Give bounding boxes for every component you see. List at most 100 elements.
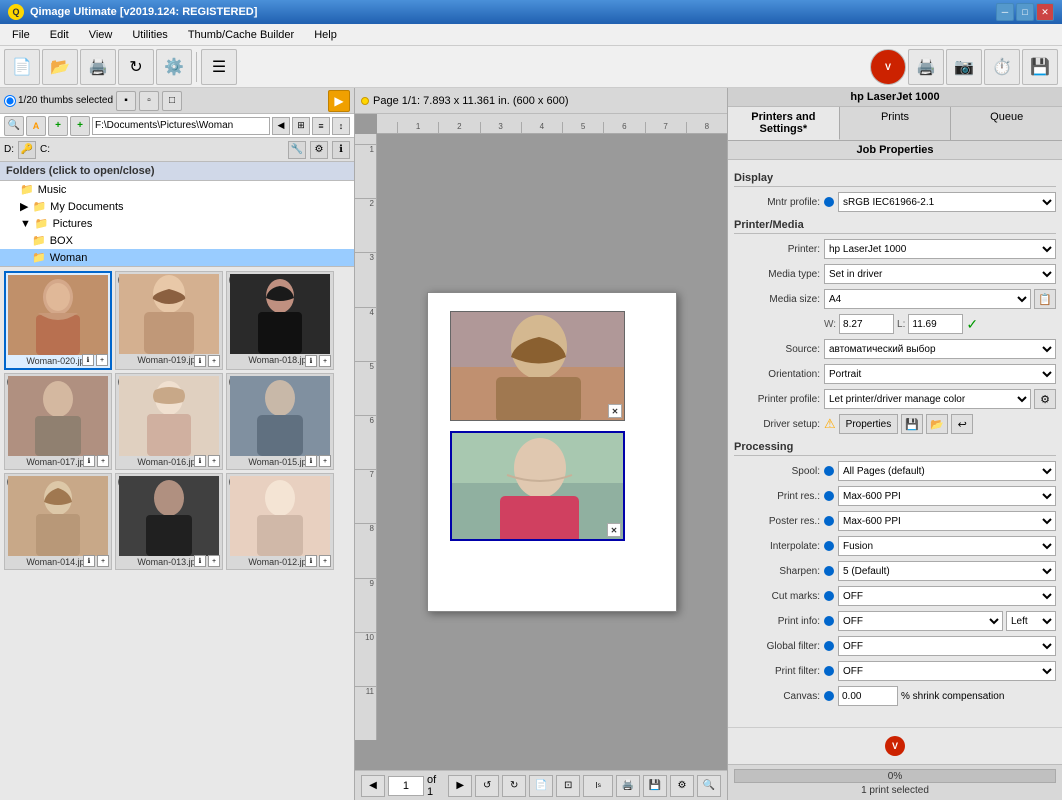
thumb-014-add-icon[interactable]: + [97,555,109,567]
save-print-button[interactable]: 💾 [643,775,667,797]
folder-woman[interactable]: 📁 Woman [0,249,354,266]
add-tag-button[interactable]: + [48,116,68,136]
drive-settings-button[interactable]: ⚙ [310,141,328,159]
folder-music[interactable]: 📁 Music [0,181,354,198]
camera-button[interactable]: 📷 [946,49,982,85]
properties-button[interactable]: Properties [839,414,899,434]
path-sort-button[interactable]: ↕ [332,117,350,135]
global-filter-select[interactable]: OFF [838,636,1056,656]
timer-button[interactable]: ⏱️ [984,49,1020,85]
thumb-013-info-icon[interactable]: ℹ [194,555,206,567]
photo-2-close[interactable]: ✕ [607,523,621,537]
thumb-018-add-icon[interactable]: + [319,355,331,367]
cut-marks-select[interactable]: OFF [838,586,1056,606]
media-size-select[interactable]: A4 [824,289,1031,309]
navigate-forward-button[interactable]: ▶ [328,90,350,112]
thumb-019-add-icon[interactable]: + [208,355,220,367]
driver-load-icon[interactable]: 📂 [926,414,948,434]
mntr-profile-select[interactable]: sRGB IEC61966-2.1 [838,192,1056,212]
minimize-button[interactable]: ─ [996,3,1014,21]
thumb-014[interactable]: ℹ + Woman-014.jpg [4,473,112,570]
export-button[interactable]: 💾 [1022,49,1058,85]
path-input[interactable] [92,117,270,135]
d-drive-icon[interactable]: 🔑 [18,141,36,159]
scan-button[interactable]: 🖨️ [80,49,116,85]
maximize-button[interactable]: □ [1016,3,1034,21]
poster-res-select[interactable]: Max-600 PPI [838,511,1056,531]
close-button[interactable]: ✕ [1036,3,1054,21]
tab-prints[interactable]: Prints [840,107,952,140]
print-info-pos-select[interactable]: Left [1006,611,1056,631]
title-controls[interactable]: ─ □ ✕ [996,3,1054,21]
thumb-size-large[interactable]: □ [162,91,182,111]
amazon-icon[interactable]: A [26,116,46,136]
folder-pictures[interactable]: ▼ 📁 Pictures [0,215,354,232]
thumb-size-small[interactable]: ▪ [116,91,136,111]
version-indicator[interactable]: V [870,49,906,85]
w-input[interactable] [839,314,894,334]
search-icon[interactable]: 🔍 [4,116,24,136]
thumb-017-info-icon[interactable]: ℹ [83,455,95,467]
thumb-019-info-icon[interactable]: ℹ [194,355,206,367]
path-list-button[interactable]: ≡ [312,117,330,135]
thumb-016-add-icon[interactable]: + [208,455,220,467]
canvas-input[interactable] [838,686,898,706]
thumb-020-add-icon[interactable]: + [96,354,108,366]
thumb-015-info-icon[interactable]: ℹ [305,455,317,467]
open-button[interactable]: 📂 [42,49,78,85]
thumb-018-info-icon[interactable]: ℹ [305,355,317,367]
source-select[interactable]: автоматический выбор [824,339,1056,359]
folder-my-documents[interactable]: ▶ 📁 My Documents [0,198,354,215]
thumb-size-medium[interactable]: ▫ [139,91,159,111]
interpolate-select[interactable]: Fusion [838,536,1056,556]
media-type-select[interactable]: Set in driver [824,264,1056,284]
zoom-button[interactable]: 🔍 [697,775,721,797]
menu-help[interactable]: Help [306,27,345,43]
photo-1-close[interactable]: ✕ [608,404,622,418]
thumb-012-add-icon[interactable]: + [319,555,331,567]
fit-button[interactable]: ⊡ [556,775,580,797]
spool-select[interactable]: All Pages (default) [838,461,1056,481]
print-res-select[interactable]: Max-600 PPI [838,486,1056,506]
printer-profile-select[interactable]: Let printer/driver manage color [824,389,1031,409]
next-page-button[interactable]: ▶ [448,775,472,797]
thumb-018[interactable]: ℹ + Woman-018.jpg [226,271,334,370]
drive-tools-button[interactable]: 🔧 [288,141,306,159]
tab-printers-settings[interactable]: Printers and Settings* [728,107,840,140]
media-size-icon[interactable]: 📋 [1034,289,1056,309]
thumb-013-add-icon[interactable]: + [208,555,220,567]
add-button2[interactable]: + [70,116,90,136]
thumb-020[interactable]: ✓ ℹ + Woman-020.jpg [4,271,112,370]
menu-edit[interactable]: Edit [42,27,77,43]
driver-reset-icon[interactable]: ↩ [951,414,973,434]
driver-save-icon[interactable]: 💾 [901,414,923,434]
thumb-019[interactable]: ℹ + Woman-019.jpg [115,271,223,370]
thumb-015-add-icon[interactable]: + [319,455,331,467]
settings-button[interactable]: ⚙️ [156,49,192,85]
tab-queue[interactable]: Queue [951,107,1062,140]
thumb-017[interactable]: ℹ + Woman-017.jpg [4,373,112,470]
thumb-017-add-icon[interactable]: + [97,455,109,467]
thumb-013[interactable]: ℹ + Woman-013.jpg [115,473,223,570]
check-icon[interactable]: ✓ [966,316,978,333]
layout-button[interactable]: Is [583,775,613,797]
print-canvas[interactable]: ✕ ✕ [427,292,677,612]
thumb-012-info-icon[interactable]: ℹ [305,555,317,567]
list-view-button[interactable]: ☰ [201,49,237,85]
menu-thumb-cache[interactable]: Thumb/Cache Builder [180,27,302,43]
path-grid-button[interactable]: ⊞ [292,117,310,135]
sharpen-select[interactable]: 5 (Default) [838,561,1056,581]
menu-view[interactable]: View [81,27,121,43]
thumb-014-info-icon[interactable]: ℹ [83,555,95,567]
print-photo-2[interactable]: ✕ [450,431,625,541]
print-queue-button[interactable]: 🖨️ [616,775,640,797]
thumb-015[interactable]: ℹ + Woman-015.jpg [226,373,334,470]
thumb-020-info-icon[interactable]: ℹ [82,354,94,366]
thumb-012[interactable]: ℹ + Woman-012.jpg [226,473,334,570]
thumb-016-info-icon[interactable]: ℹ [194,455,206,467]
path-back-button[interactable]: ◀ [272,117,290,135]
orientation-select[interactable]: Portrait [824,364,1056,384]
selection-radio[interactable] [4,95,16,107]
print-info-select[interactable]: OFF [838,611,1003,631]
print-button[interactable]: 🖨️ [908,49,944,85]
